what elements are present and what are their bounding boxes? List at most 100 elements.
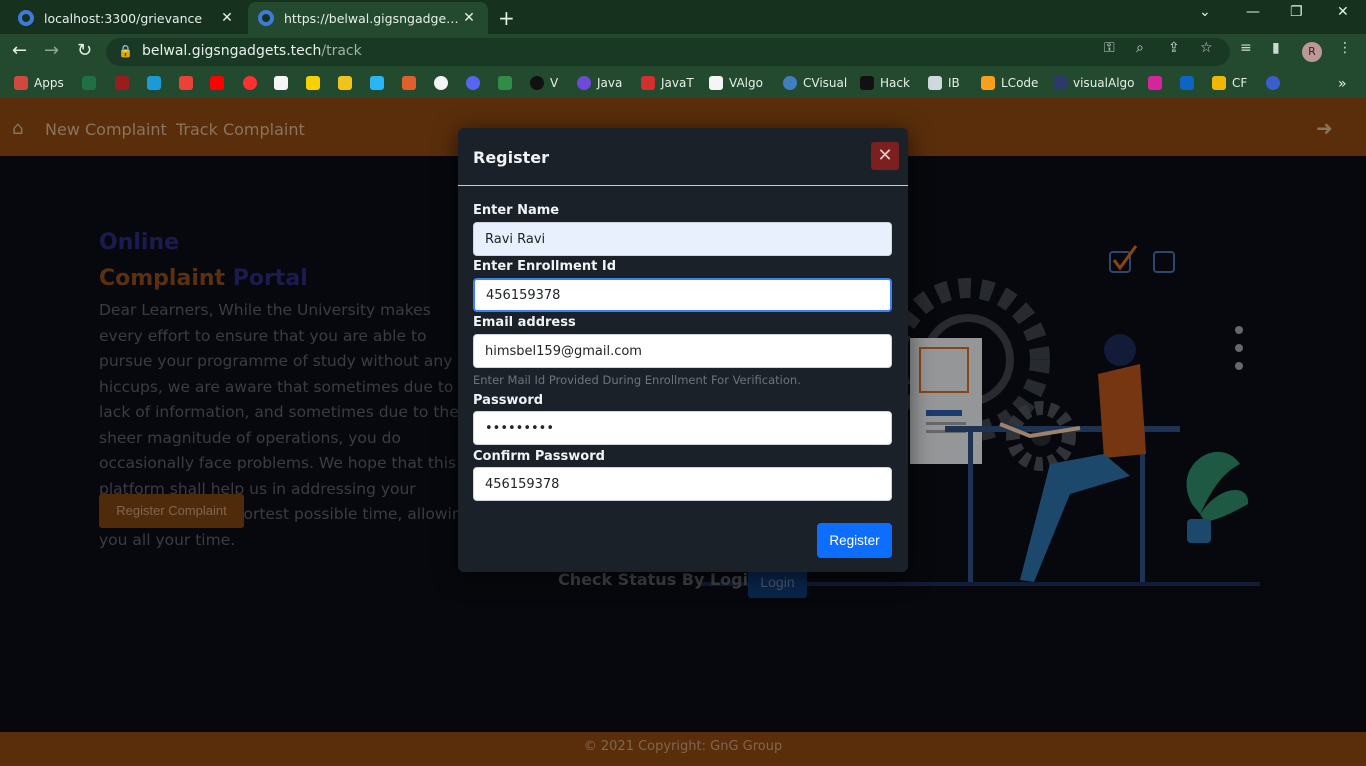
- name-input[interactable]: [473, 222, 892, 256]
- bookmark-music[interactable]: [243, 76, 257, 90]
- visualalgo-icon: [1053, 76, 1067, 90]
- site-icon: [115, 76, 129, 90]
- bookmark-lcode[interactable]: LCode: [981, 76, 1038, 90]
- flipkart-icon: [306, 76, 320, 90]
- bookmark-javat[interactable]: JavaT: [641, 76, 694, 90]
- window-close-icon[interactable]: ✕: [1337, 4, 1349, 20]
- bookmark-amazon[interactable]: [274, 76, 288, 90]
- confirm-password-input[interactable]: [473, 467, 892, 501]
- bookmark-java[interactable]: Java: [577, 76, 622, 90]
- code-icon: [402, 76, 416, 90]
- minimize-icon[interactable]: —: [1246, 4, 1260, 20]
- key-icon[interactable]: ⚿: [1104, 40, 1115, 56]
- site-icon: [147, 76, 161, 90]
- bookmark-discord[interactable]: [466, 76, 480, 90]
- side-panel-icon[interactable]: ▮: [1272, 40, 1280, 56]
- profile-avatar[interactable]: R: [1302, 42, 1322, 62]
- bookmark-site[interactable]: [338, 76, 352, 90]
- register-submit-button[interactable]: Register: [817, 523, 892, 558]
- browser-tab-track[interactable]: https://belwal.gigsngadgets.tech/track ✕: [248, 2, 488, 34]
- leetcode-icon: [981, 76, 995, 90]
- github-icon: [434, 76, 448, 90]
- register-modal: Register ✕ Enter Name Enter Enrollment I…: [458, 128, 908, 572]
- bookmark-gfg[interactable]: [498, 76, 512, 90]
- discord-icon: [466, 76, 480, 90]
- star-icon[interactable]: ☆: [1200, 40, 1213, 56]
- bookmark-label: CVisual: [803, 76, 848, 90]
- bar-chart-icon: [1212, 76, 1226, 90]
- address-bar[interactable]: 🔒 belwal.gigsngadgets.tech/track: [106, 38, 1230, 66]
- globe-icon: [18, 10, 34, 26]
- instagram-icon: [1148, 76, 1162, 90]
- bookmark-gmail[interactable]: [179, 76, 193, 90]
- bookmark-youtube[interactable]: [210, 76, 224, 90]
- bookmark-linkedin[interactable]: [1180, 76, 1194, 90]
- browser-tab-grievance[interactable]: localhost:3300/grievance ✕: [8, 2, 246, 34]
- bolt-icon: [577, 76, 591, 90]
- close-icon[interactable]: ✕: [871, 142, 899, 170]
- lock-icon[interactable]: 🔒: [118, 44, 133, 58]
- url-path: /track: [321, 43, 362, 59]
- bookmark-label: VAlgo: [729, 76, 763, 90]
- browser-toolbar: ← → ↻ 🔒 belwal.gigsngadgets.tech/track ⚿…: [0, 34, 1366, 70]
- menu-icon[interactable]: ⋮: [1338, 40, 1352, 56]
- mountain-icon: [928, 76, 942, 90]
- name-label: Enter Name: [473, 203, 560, 218]
- bookmark-instagram[interactable]: [1148, 76, 1162, 90]
- bookmark-flipkart[interactable]: [306, 76, 320, 90]
- bookmark-cvisual[interactable]: CVisual: [783, 76, 847, 90]
- bookmark-v[interactable]: V: [530, 76, 558, 90]
- bookmark-cf[interactable]: CF: [1212, 76, 1247, 90]
- bookmark-visualalgo[interactable]: visualAlgo: [1053, 76, 1134, 90]
- enrollment-input[interactable]: [473, 278, 892, 312]
- bookmark-site[interactable]: [370, 76, 384, 90]
- bookmark-valgo[interactable]: VAlgo: [709, 76, 763, 90]
- javat-icon: [641, 76, 655, 90]
- python-icon: [783, 76, 797, 90]
- amazon-icon: [274, 76, 288, 90]
- tab-title: https://belwal.gigsngadgets.tech/track: [284, 10, 460, 26]
- bookmark-label: CF: [1232, 76, 1248, 90]
- close-tab-icon[interactable]: ✕: [218, 10, 236, 26]
- globe-icon: [258, 10, 274, 26]
- site-icon: [338, 76, 352, 90]
- bookmark-apps[interactable]: Apps: [14, 76, 64, 90]
- more-bookmarks-icon[interactable]: »: [1338, 76, 1347, 92]
- bookmark-excel[interactable]: [82, 76, 96, 90]
- bookmark-label: IB: [948, 76, 960, 90]
- bookmark-site[interactable]: [147, 76, 161, 90]
- url-text: belwal.gigsngadgets.tech/track: [142, 43, 362, 59]
- bookmark-label: V: [550, 76, 559, 90]
- email-label: Email address: [473, 315, 576, 330]
- email-hint: Enter Mail Id Provided During Enrollment…: [473, 373, 801, 387]
- bookmark-label: LCode: [1001, 76, 1039, 90]
- back-icon[interactable]: ←: [12, 40, 27, 61]
- close-tab-icon[interactable]: ✕: [460, 10, 478, 26]
- hackerrank-icon: [860, 76, 874, 90]
- zoom-icon[interactable]: ⌕: [1136, 40, 1144, 56]
- confirm-password-label: Confirm Password: [473, 449, 605, 464]
- apps-grid-icon: [14, 76, 28, 90]
- bookmark-label: JavaT: [661, 76, 694, 90]
- bookmark-hack[interactable]: Hack: [860, 76, 910, 90]
- email-input[interactable]: [473, 334, 892, 368]
- new-tab-icon[interactable]: +: [498, 6, 515, 30]
- media-icon[interactable]: ≡: [1240, 40, 1252, 56]
- share-icon[interactable]: ⇪: [1168, 40, 1180, 56]
- bookmark-site[interactable]: [115, 76, 129, 90]
- password-input[interactable]: [473, 411, 892, 445]
- bookmark-label: Hack: [880, 76, 910, 90]
- linkedin-icon: [1180, 76, 1194, 90]
- gmail-icon: [179, 76, 193, 90]
- reload-icon[interactable]: ↻: [77, 40, 92, 61]
- bookmark-github[interactable]: [434, 76, 448, 90]
- forward-icon[interactable]: →: [44, 40, 59, 61]
- bookmark-site[interactable]: [1266, 76, 1280, 90]
- restore-icon[interactable]: ❐: [1290, 4, 1303, 20]
- site-icon: [370, 76, 384, 90]
- youtube-icon: [210, 76, 224, 90]
- bookmark-code[interactable]: [402, 76, 416, 90]
- tab-search-icon[interactable]: ⌄: [1199, 4, 1211, 20]
- excel-icon: [82, 76, 96, 90]
- bookmark-ib[interactable]: IB: [928, 76, 960, 90]
